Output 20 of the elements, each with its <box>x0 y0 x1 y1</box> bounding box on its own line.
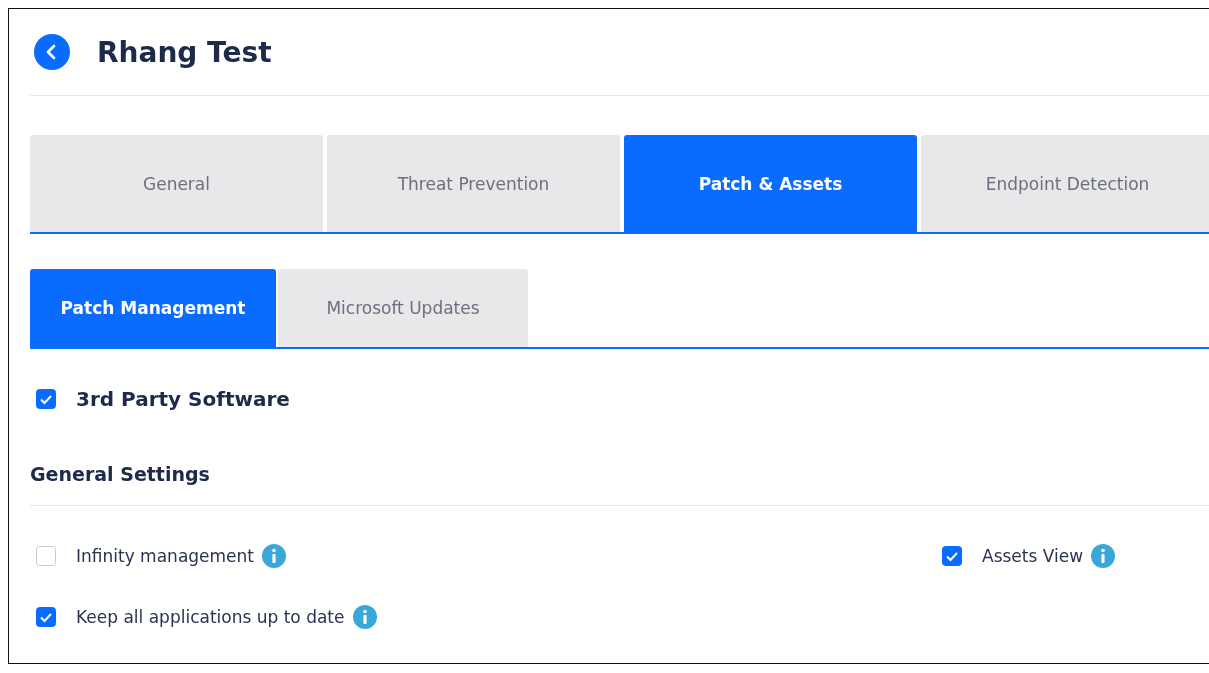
page-title: Rhang Test <box>97 35 272 69</box>
checkbox-label: Infinity management <box>76 545 254 566</box>
checkbox[interactable] <box>942 545 962 566</box>
checkbox[interactable] <box>36 389 56 409</box>
info-icon[interactable] <box>262 543 286 568</box>
subtab[interactable]: Microsoft Updates <box>278 269 528 347</box>
checkbox-label: 3rd Party Software <box>76 387 290 411</box>
tab[interactable]: Threat Prevention <box>327 135 620 232</box>
back-icon[interactable] <box>34 34 70 70</box>
subtab[interactable]: Patch Management <box>30 269 276 347</box>
info-icon[interactable] <box>352 604 377 629</box>
section-title: General Settings <box>30 463 1209 506</box>
tab[interactable]: Patch & Assets <box>624 135 917 232</box>
checkbox[interactable] <box>36 606 56 627</box>
tab[interactable]: General <box>30 135 323 232</box>
checkbox-label: Assets View <box>982 545 1084 566</box>
checkbox[interactable] <box>36 545 56 566</box>
info-icon[interactable] <box>1091 543 1116 568</box>
checkbox-label: Keep all applications up to date <box>76 606 345 627</box>
tab[interactable]: Endpoint Detection <box>921 135 1209 232</box>
